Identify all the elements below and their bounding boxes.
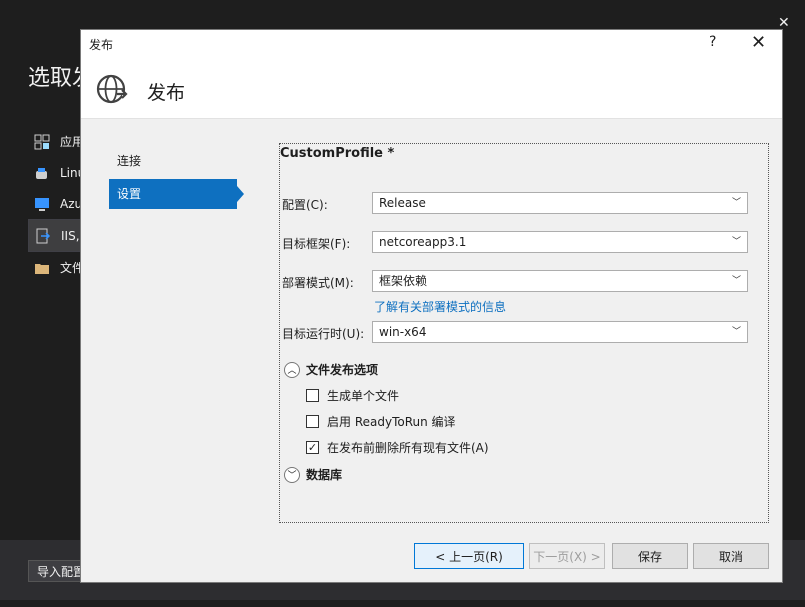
azure-icon: [34, 196, 50, 212]
background-item-iis[interactable]: IIS,: [28, 219, 82, 252]
help-icon[interactable]: ?: [709, 34, 716, 50]
settings-panel: CustomProfile * 配置(C): Release ﹀ 目标框架(F)…: [279, 143, 769, 523]
background-target-list: 应用 Linu Azu IIS, 文件: [28, 126, 88, 283]
linux-icon: [34, 165, 50, 181]
background-item-folder[interactable]: 文件: [28, 252, 88, 283]
background-item-azure[interactable]: Azu: [28, 188, 88, 219]
file-options-section[interactable]: ︿ 文件发布选项: [284, 361, 378, 378]
config-select[interactable]: Release ﹀: [372, 192, 748, 214]
single-file-option[interactable]: 生成单个文件: [306, 387, 399, 404]
deploy-mode-select[interactable]: 框架依赖 ﹀: [372, 270, 748, 292]
settings-nav: 连接 设置: [109, 146, 244, 212]
profile-name: CustomProfile *: [280, 146, 395, 161]
close-icon[interactable]: ✕: [751, 32, 766, 53]
delete-existing-label: 在发布前删除所有现有文件(A): [327, 441, 489, 455]
globe-publish-icon: [95, 72, 129, 109]
chevron-down-icon: ﹀: [731, 198, 741, 208]
dialog-titlebar: 发布 ? ✕: [81, 30, 782, 58]
folder-icon: [34, 260, 50, 276]
config-value: Release: [379, 196, 426, 210]
app-icon: [34, 134, 50, 150]
config-label: 配置(C):: [282, 198, 328, 212]
deploy-mode-label: 部署模式(M):: [282, 276, 354, 290]
file-options-title: 文件发布选项: [306, 363, 379, 377]
chevron-up-icon[interactable]: ︿: [284, 361, 300, 378]
framework-label: 目标框架(F):: [282, 237, 351, 251]
framework-select[interactable]: netcoreapp3.1 ﹀: [372, 231, 748, 253]
framework-value: netcoreapp3.1: [379, 235, 467, 249]
dialog-header: 发布: [81, 58, 782, 119]
publish-dialog: 发布 ? ✕ 发布 连接 设置 CustomProfile * 配置(C): R…: [80, 29, 783, 583]
single-file-label: 生成单个文件: [327, 389, 400, 403]
cancel-button[interactable]: 取消: [693, 543, 769, 569]
runtime-value: win-x64: [379, 325, 427, 339]
iis-icon: [35, 228, 51, 244]
deploy-mode-info-link[interactable]: 了解有关部署模式的信息: [374, 298, 506, 315]
database-title: 数据库: [306, 468, 343, 482]
dialog-title: 发布: [89, 38, 114, 52]
dialog-header-title: 发布: [147, 82, 186, 104]
nav-item-settings[interactable]: 设置: [109, 179, 244, 209]
chevron-down-icon: ﹀: [731, 327, 741, 337]
runtime-label: 目标运行时(U):: [282, 327, 365, 341]
nav-item-connection[interactable]: 连接: [109, 146, 239, 176]
database-section[interactable]: ﹀ 数据库: [284, 466, 342, 483]
chevron-down-icon: ﹀: [731, 276, 741, 286]
background-item-app[interactable]: 应用: [28, 126, 88, 157]
background-item-linux[interactable]: Linu: [28, 157, 88, 188]
deploy-mode-value: 框架依赖: [379, 274, 428, 288]
prev-button[interactable]: < 上一页(R): [414, 543, 524, 569]
chevron-down-icon[interactable]: ﹀: [284, 466, 300, 483]
save-button[interactable]: 保存: [612, 543, 688, 569]
delete-existing-checkbox[interactable]: ✓: [306, 441, 319, 454]
background-item-label: IIS,: [61, 228, 80, 243]
next-button[interactable]: 下一页(X) >: [529, 543, 605, 569]
single-file-checkbox[interactable]: [306, 389, 319, 402]
background-item-label: Azu: [60, 196, 83, 211]
runtime-select[interactable]: win-x64 ﹀: [372, 321, 748, 343]
import-profile-button[interactable]: 导入配置: [28, 560, 86, 582]
delete-existing-option[interactable]: ✓ 在发布前删除所有现有文件(A): [306, 439, 489, 456]
ready-to-run-option[interactable]: 启用 ReadyToRun 编译: [306, 413, 456, 430]
ready-to-run-checkbox[interactable]: [306, 415, 319, 428]
chevron-down-icon: ﹀: [731, 237, 741, 247]
ready-to-run-label: 启用 ReadyToRun 编译: [327, 415, 456, 429]
